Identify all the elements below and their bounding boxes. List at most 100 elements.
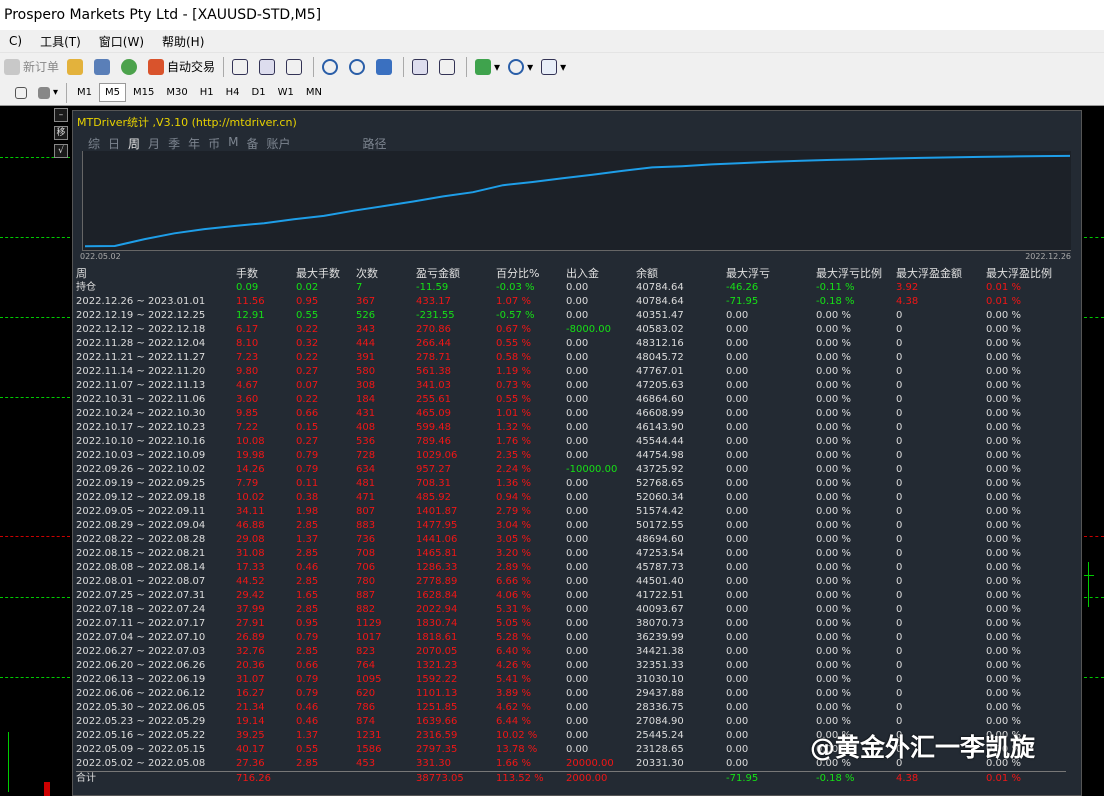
column-header: 盈亏金额: [416, 267, 460, 280]
panel-tab[interactable]: 路径: [363, 135, 387, 152]
main-toolbar: 新订单 自动交易 ▾ ▾ ▾: [0, 52, 1104, 80]
table-cell: 1.66 %: [496, 758, 531, 769]
auto-scroll-button[interactable]: [436, 56, 461, 78]
timeframe-m30[interactable]: M30: [161, 84, 192, 101]
timeframe-h1[interactable]: H1: [195, 84, 219, 101]
panel-tab[interactable]: 月: [148, 135, 160, 152]
timeframe-m1[interactable]: M1: [72, 84, 97, 101]
panel-tab[interactable]: 年: [188, 135, 200, 152]
table-cell: 0.00 %: [816, 450, 851, 461]
panel-tab[interactable]: 季: [168, 135, 180, 152]
panel-tab[interactable]: 币: [208, 135, 220, 152]
table-cell: 0: [896, 562, 903, 573]
table-cell: 16.27: [236, 688, 265, 699]
timeframe-w1[interactable]: W1: [273, 84, 299, 101]
table-cell: 1.37: [296, 730, 319, 741]
table-cell: 0.00 %: [986, 366, 1021, 377]
table-cell: 0.66: [296, 408, 319, 419]
table-cell: 536: [356, 436, 376, 447]
panel-tab[interactable]: 备: [246, 135, 258, 152]
templates-button[interactable]: ▾: [538, 56, 569, 78]
menu-item-help[interactable]: 帮助(H): [153, 33, 213, 50]
chart-shift-button[interactable]: [409, 56, 434, 78]
table-cell: 29437.88: [636, 688, 684, 699]
table-cell: 0.22: [296, 352, 319, 363]
table-cell: 34421.38: [636, 646, 684, 657]
table-row: 2022.09.12 ~ 2022.09.18 10.02 0.38 471 485.9…: [76, 491, 1066, 505]
candlestick-button[interactable]: [256, 56, 281, 78]
table-cell: 0.00: [566, 660, 589, 671]
table-cell: 0.55 %: [496, 394, 531, 405]
table-cell: 0.46: [296, 562, 319, 573]
periods-button[interactable]: ▾: [505, 56, 536, 78]
row-label: 2022.11.14 ~ 2022.11.20: [76, 366, 206, 377]
table-cell: 0.00 %: [986, 632, 1021, 643]
table-row: 2022.08.15 ~ 2022.08.21 31.08 2.85 708 1465.…: [76, 547, 1066, 561]
table-cell: 883: [356, 520, 376, 531]
table-cell: 485.92: [416, 492, 451, 503]
table-cell: 0.79: [296, 674, 319, 685]
table-cell: 1.19 %: [496, 366, 531, 377]
menu-item-window[interactable]: 窗口(W): [90, 33, 153, 50]
table-cell: 0: [896, 688, 903, 699]
timeframe-m15[interactable]: M15: [128, 84, 159, 101]
crosshair-button[interactable]: [12, 82, 33, 104]
line-chart-button[interactable]: [283, 56, 308, 78]
table-cell: 4.26 %: [496, 660, 531, 671]
zoom-out-button[interactable]: [346, 56, 371, 78]
table-cell: 481: [356, 478, 376, 489]
table-row: 2022.10.24 ~ 2022.10.30 9.85 0.66 431 465.09…: [76, 407, 1066, 421]
table-cell: 0: [896, 394, 903, 405]
table-cell: 0.00: [726, 352, 749, 363]
timeframe-h4[interactable]: H4: [221, 84, 245, 101]
row-label: 2022.06.20 ~ 2022.06.26: [76, 660, 206, 671]
row-label: 2022.05.16 ~ 2022.05.22: [76, 730, 206, 741]
table-cell: 957.27: [416, 464, 451, 475]
table-cell: 0.00: [566, 632, 589, 643]
table-cell: 36239.99: [636, 632, 684, 643]
menu-item-tools[interactable]: 工具(T): [31, 33, 90, 50]
table-cell: -0.18 %: [816, 771, 896, 786]
panel-tab[interactable]: M: [228, 135, 238, 152]
minimize-panel-button[interactable]: –: [54, 108, 68, 122]
community-button[interactable]: [91, 56, 116, 78]
table-cell: 0.01 %: [986, 282, 1021, 293]
objects-button[interactable]: ▾: [35, 82, 61, 104]
table-cell: 1628.84: [416, 590, 458, 601]
row-label: 2022.10.24 ~ 2022.10.30: [76, 408, 206, 419]
table-cell: 10.08: [236, 436, 265, 447]
panel-tab[interactable]: 账户: [266, 135, 290, 152]
table-cell: 0.00 %: [986, 408, 1021, 419]
table-cell: 708: [356, 548, 376, 559]
auto-trade-button[interactable]: 自动交易: [145, 56, 218, 78]
timeframe-mn[interactable]: MN: [301, 84, 327, 101]
table-cell: 0.00: [726, 758, 749, 769]
tile-windows-button[interactable]: [373, 56, 398, 78]
table-cell: 9.80: [236, 366, 259, 377]
table-cell: 0.00: [566, 534, 589, 545]
panel-tab[interactable]: 日: [108, 135, 120, 152]
table-cell: 0: [896, 450, 903, 461]
panel-tab[interactable]: 周: [128, 135, 140, 152]
zoom-in-button[interactable]: [319, 56, 344, 78]
timeframe-d1[interactable]: D1: [247, 84, 271, 101]
bar-chart-button[interactable]: [229, 56, 254, 78]
signals-button[interactable]: [118, 56, 143, 78]
table-cell: 0.00 %: [816, 716, 851, 727]
table-cell: 728: [356, 450, 376, 461]
move-panel-button[interactable]: 移: [54, 126, 68, 140]
new-order-button[interactable]: 新订单: [1, 56, 62, 78]
history-center-button[interactable]: [64, 56, 89, 78]
row-label: 持仓: [76, 282, 96, 293]
table-cell: 0.00 %: [986, 422, 1021, 433]
column-header: 次数: [356, 267, 378, 280]
panel-tab[interactable]: 综: [88, 135, 100, 152]
menu-item-c[interactable]: C): [0, 34, 31, 48]
table-cell: 2.85: [296, 548, 319, 559]
indicators-button[interactable]: ▾: [472, 56, 503, 78]
table-cell: 0.79: [296, 450, 319, 461]
column-header: 最大手数: [296, 267, 340, 280]
timeframe-m5[interactable]: M5: [99, 83, 127, 102]
toggle-panel-button[interactable]: √: [54, 144, 68, 158]
zoom-out-icon: [349, 58, 366, 75]
